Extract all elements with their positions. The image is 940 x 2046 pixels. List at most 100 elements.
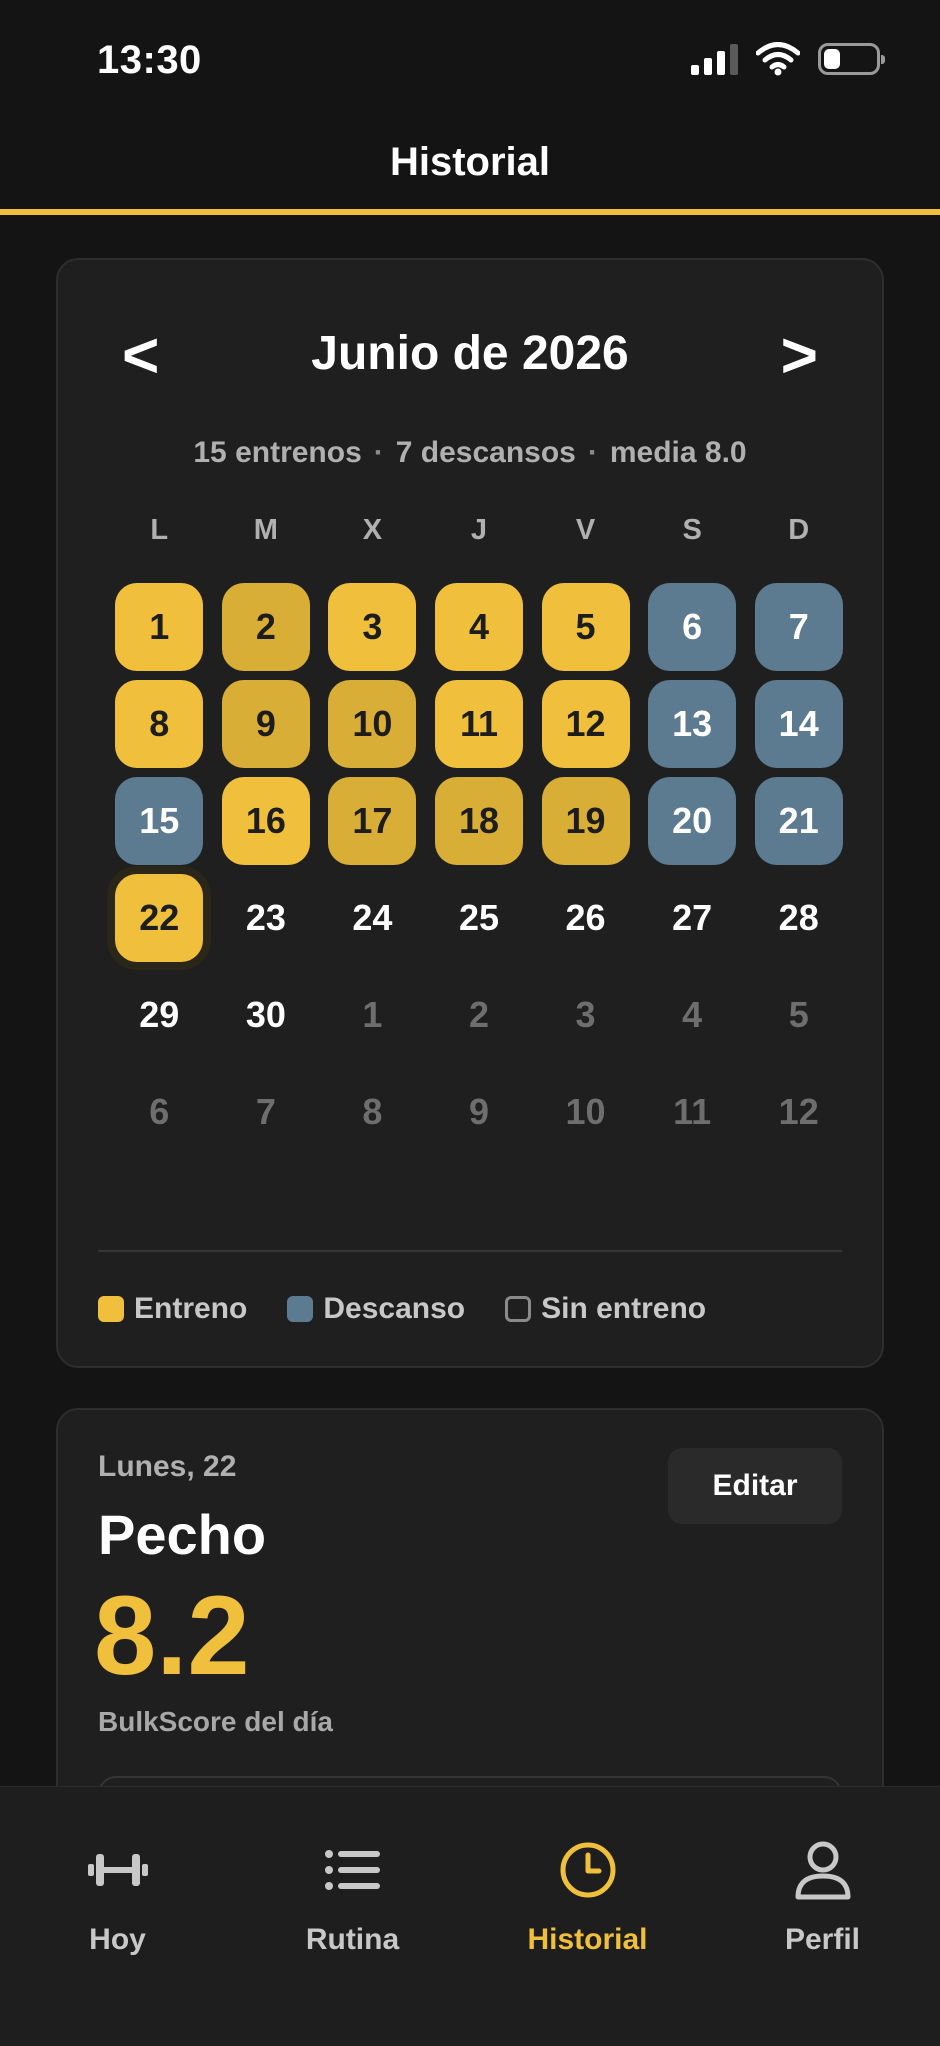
calendar-day: 2 xyxy=(426,966,533,1063)
calendar-day-cell[interactable]: 16 xyxy=(221,776,310,865)
calendar-day: 15 xyxy=(106,772,213,869)
clock-icon xyxy=(559,1837,617,1903)
battery-icon xyxy=(818,43,885,75)
calendar-day-cell: 11 xyxy=(673,1090,712,1132)
user-icon xyxy=(794,1837,852,1903)
calendar-day-cell[interactable]: 12 xyxy=(541,679,630,768)
calendar-day-cell[interactable]: 5 xyxy=(541,582,630,671)
edit-button[interactable]: Editar xyxy=(668,1448,842,1524)
calendar-day: 1 xyxy=(106,578,213,675)
summary-separator: · xyxy=(373,436,384,469)
calendar-day-cell[interactable]: 2 xyxy=(221,582,310,671)
calendar-day-cell[interactable]: 11 xyxy=(434,679,523,768)
calendar-day-cell[interactable]: 6 xyxy=(648,582,737,671)
calendar-day: 18 xyxy=(426,772,533,869)
calendar-day-cell[interactable]: 3 xyxy=(328,582,417,671)
calendar-day: 5 xyxy=(532,578,639,675)
tab-historial[interactable]: Historial xyxy=(470,1837,705,1957)
next-month-button[interactable]: > xyxy=(781,320,818,390)
calendar-day: 4 xyxy=(639,966,746,1063)
calendar-day-cell[interactable]: 23 xyxy=(222,874,310,962)
calendar-day-cell[interactable]: 18 xyxy=(434,776,523,865)
calendar-day: 9 xyxy=(426,1063,533,1160)
calendar-day-cell: 10 xyxy=(565,1090,606,1132)
weekday-label: M xyxy=(253,514,278,546)
weekday-label: J xyxy=(470,514,488,546)
calendar-day-cell[interactable]: 27 xyxy=(648,874,736,962)
legend-item-train: Entreno xyxy=(98,1292,247,1326)
tab-label: Historial xyxy=(527,1923,648,1956)
calendar-day-cell[interactable]: 28 xyxy=(755,874,843,962)
calendar-day: 14 xyxy=(745,675,852,772)
calendar-day-cell: 1 xyxy=(362,993,383,1035)
list-icon xyxy=(324,1837,382,1903)
calendar-day: 26 xyxy=(532,869,639,966)
dumbbell-icon xyxy=(86,1837,150,1903)
page-title: Historial xyxy=(389,140,551,184)
calendar-day-cell[interactable]: 19 xyxy=(541,776,630,865)
calendar-day-cell: 2 xyxy=(468,993,489,1035)
bulkscore-label: BulkScore del día xyxy=(98,1706,333,1737)
train-swatch-icon xyxy=(98,1296,124,1322)
calendar-legend: Entreno Descanso Sin entreno xyxy=(98,1292,706,1326)
calendar-day: 1 xyxy=(319,966,426,1063)
status-bar: 13:30 xyxy=(0,0,940,120)
calendar-day-cell[interactable]: 20 xyxy=(648,776,737,865)
calendar-day: 21 xyxy=(745,772,852,869)
calendar-day: 29 xyxy=(106,966,213,1063)
calendar-day-cell: 12 xyxy=(778,1090,819,1132)
calendar-day-cell[interactable]: 21 xyxy=(754,776,843,865)
calendar-day: 22 xyxy=(106,869,213,966)
calendar-day: 11 xyxy=(639,1063,746,1160)
weekday-label: V xyxy=(575,514,596,546)
tab-label: Perfil xyxy=(784,1923,861,1956)
calendar-day-cell[interactable]: 9 xyxy=(221,679,310,768)
legend-item-rest: Descanso xyxy=(287,1292,465,1326)
calendar-day: 8 xyxy=(106,675,213,772)
legend-label-rest: Descanso xyxy=(323,1292,466,1325)
calendar-day: 11 xyxy=(426,675,533,772)
calendar-day: 13 xyxy=(639,675,746,772)
wifi-icon xyxy=(756,42,800,76)
month-navigation: < Junio de 2026 > xyxy=(58,320,882,390)
calendar-day-cell: 9 xyxy=(468,1090,489,1132)
calendar-day: 6 xyxy=(106,1063,213,1160)
calendar-day-cell[interactable]: 4 xyxy=(434,582,523,671)
calendar-day-cell[interactable]: 1 xyxy=(115,582,204,671)
summary-trainings: 15 entrenos xyxy=(193,436,362,469)
calendar-day-cell[interactable]: 10 xyxy=(328,679,417,768)
calendar-day: 10 xyxy=(319,675,426,772)
calendar-day-cell[interactable]: 29 xyxy=(115,971,203,1059)
tab-hoy[interactable]: Hoy xyxy=(0,1837,235,1957)
calendar-day-cell[interactable]: 17 xyxy=(328,776,417,865)
selected-date-label: Lunes, 22 xyxy=(98,1450,237,1483)
calendar-day-cell[interactable]: 15 xyxy=(115,776,204,865)
rest-swatch-icon xyxy=(287,1296,314,1322)
legend-label-none: Sin entreno xyxy=(541,1292,707,1325)
legend-item-none: Sin entreno xyxy=(505,1292,706,1326)
calendar-day: 30 xyxy=(213,966,320,1063)
status-icons xyxy=(691,42,885,76)
summary-rests: 7 descansos xyxy=(395,436,576,469)
tab-bar: Hoy Rutina Historial Perfil xyxy=(0,1786,940,2046)
weekday-label: S xyxy=(682,514,702,546)
tab-perfil[interactable]: Perfil xyxy=(705,1837,940,1957)
calendar-day-cell[interactable]: 8 xyxy=(115,679,204,768)
calendar-day: 4 xyxy=(426,578,533,675)
calendar-day: 5 xyxy=(745,966,852,1063)
calendar-day-cell[interactable]: 26 xyxy=(542,874,630,962)
divider xyxy=(98,1250,842,1252)
calendar-day-cell[interactable]: 7 xyxy=(754,582,843,671)
calendar-day-cell[interactable]: 13 xyxy=(648,679,737,768)
calendar-day-cell[interactable]: 24 xyxy=(328,874,416,962)
calendar-day-cell[interactable]: 25 xyxy=(435,874,523,962)
calendar-day: 25 xyxy=(426,869,533,966)
tab-rutina[interactable]: Rutina xyxy=(235,1837,470,1957)
no-training-swatch-icon xyxy=(505,1296,532,1322)
calendar-day: 27 xyxy=(639,869,746,966)
app-header: Historial xyxy=(0,120,940,215)
calendar-day-cell[interactable]: 14 xyxy=(754,679,843,768)
calendar-day-cell[interactable]: 22 xyxy=(115,873,204,962)
month-summary: 15 entrenos · 7 descansos · media 8.0 xyxy=(58,436,882,470)
calendar-day-cell[interactable]: 30 xyxy=(222,971,310,1059)
